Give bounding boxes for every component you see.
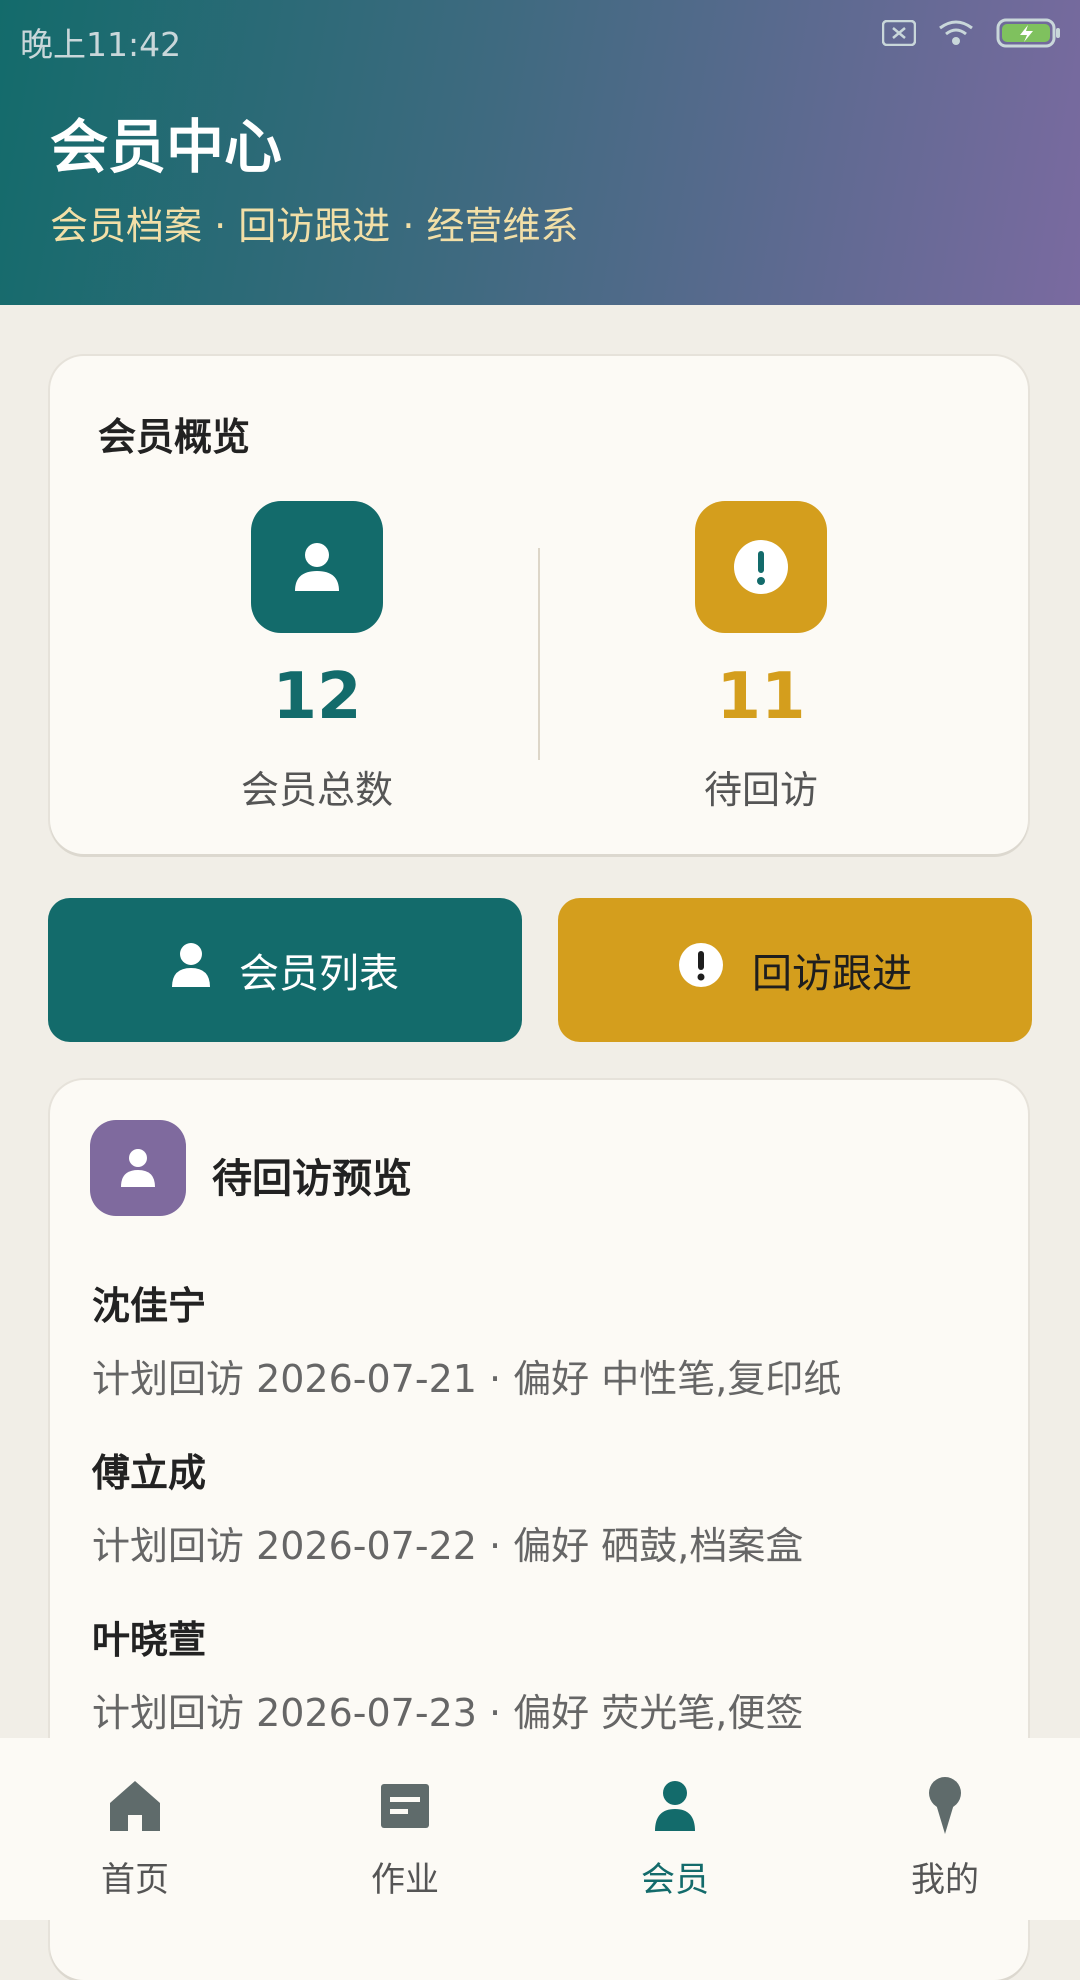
list-item[interactable]: 叶晓萱 计划回访 2026-07-23 · 偏好 荧光笔,便签	[92, 1609, 803, 1737]
battery-icon	[996, 18, 1062, 52]
list-item[interactable]: 沈佳宁 计划回访 2026-07-21 · 偏好 中性笔,复印纸	[92, 1275, 841, 1403]
divider	[538, 548, 540, 760]
person-icon	[251, 501, 383, 633]
nav-item-members[interactable]: 会员	[575, 1774, 775, 1901]
stat-value: 11	[716, 660, 806, 734]
status-icons	[881, 18, 1062, 52]
member-name: 傅立成	[92, 1451, 207, 1495]
visit-detail: 计划回访 2026-07-21 · 偏好 中性笔,复印纸	[92, 1357, 842, 1401]
member-name: 叶晓萱	[92, 1618, 207, 1662]
member-name: 沈佳宁	[92, 1284, 207, 1328]
nav-label: 我的	[911, 1860, 979, 1900]
header: 晚上11:42 会员中心 会员档案 · 回访跟进 · 经营维系	[0, 0, 1080, 305]
wifi-icon	[938, 19, 974, 51]
preview-title: 待回访预览	[212, 1156, 412, 1202]
visit-detail: 计划回访 2026-07-22 · 偏好 硒鼓,档案盒	[92, 1524, 804, 1568]
list-item[interactable]: 傅立成 计划回访 2026-07-22 · 偏好 硒鼓,档案盒	[92, 1442, 803, 1570]
nav-item-home[interactable]: 首页	[35, 1774, 235, 1901]
sim-icon	[881, 19, 917, 50]
follow-up-label: 回访跟进	[752, 951, 912, 997]
stat-label: 会员总数	[240, 768, 393, 812]
status-bar: 晚上11:42	[0, 0, 1080, 75]
person-icon	[575, 1774, 775, 1838]
person-icon	[171, 942, 211, 998]
stat-label: 待回访	[703, 768, 818, 812]
follow-up-button[interactable]: 回访跟进	[558, 898, 1032, 1042]
member-list-label: 会员列表	[239, 951, 399, 997]
stat-value: 12	[272, 660, 362, 734]
nav-item-work[interactable]: 作业	[305, 1774, 505, 1901]
stat-pending-visits[interactable]: 11 待回访	[611, 501, 911, 814]
overview-title: 会员概览	[98, 415, 251, 459]
status-time: 晚上11:42	[20, 25, 182, 64]
alert-icon	[695, 501, 827, 633]
stat-total-members[interactable]: 12 会员总数	[167, 501, 467, 814]
page-subtitle: 会员档案 · 回访跟进 · 经营维系	[50, 204, 579, 248]
document-icon	[305, 1774, 505, 1838]
visit-detail: 计划回访 2026-07-23 · 偏好 荧光笔,便签	[92, 1691, 804, 1735]
alert-icon	[678, 942, 724, 998]
page-title: 会员中心	[50, 113, 283, 181]
member-overview-card: 会员概览 12 会员总数 11 待回访	[50, 356, 1028, 854]
bottom-nav: 首页 作业 会员 我的	[0, 1738, 1080, 1920]
nav-label: 首页	[101, 1860, 169, 1900]
home-icon	[35, 1774, 235, 1838]
location-pin-icon	[845, 1774, 1045, 1838]
nav-label: 会员	[641, 1860, 709, 1900]
nav-label: 作业	[371, 1860, 439, 1900]
nav-item-profile[interactable]: 我的	[845, 1774, 1045, 1901]
member-list-button[interactable]: 会员列表	[48, 898, 522, 1042]
person-icon	[90, 1120, 186, 1216]
